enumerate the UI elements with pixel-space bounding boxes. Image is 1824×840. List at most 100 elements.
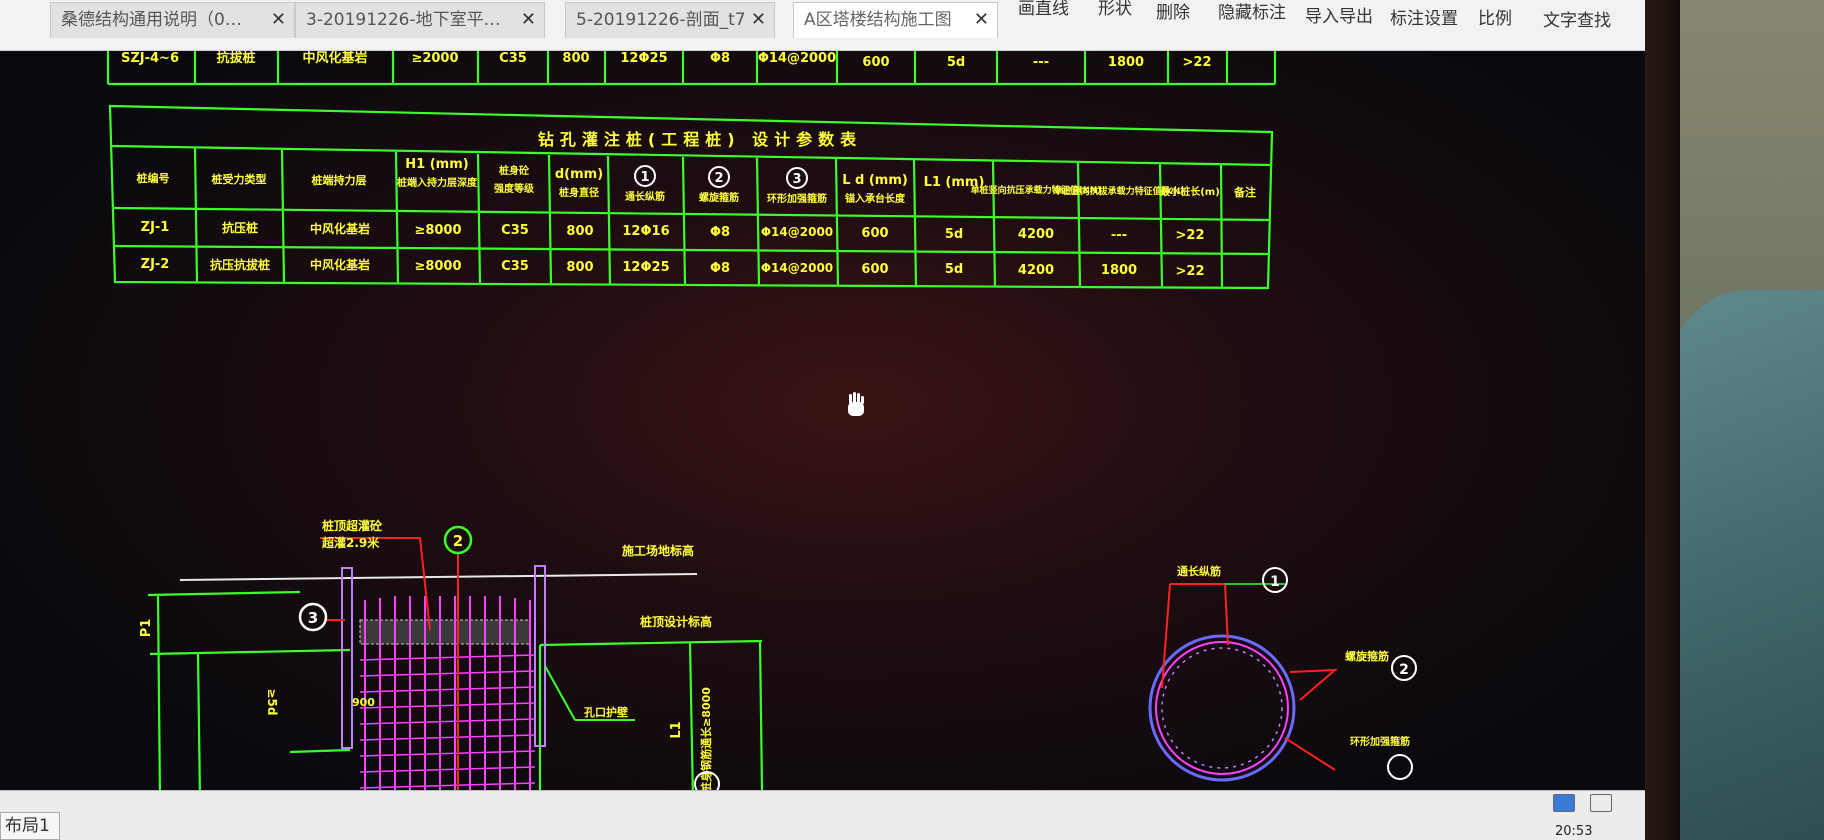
svg-text:2: 2 [453, 532, 463, 550]
window-icon[interactable] [1590, 794, 1612, 812]
header-2-bottom: 桩端持力层 [312, 173, 367, 187]
tab-0[interactable]: 桑德结构通用说明（0… ✕ [50, 2, 295, 38]
label-cap-bottom: 桩顶设计标高 [640, 614, 712, 629]
svg-text:1: 1 [640, 170, 649, 185]
svg-text:3: 3 [308, 609, 318, 627]
cloth-background [1670, 290, 1824, 840]
header-5-bottom: 桩身直径 [559, 186, 599, 199]
status-bar [0, 790, 1645, 840]
row1-cell-2: 中风化基岩 [310, 221, 370, 236]
pile-elevation-detail: 桩顶超灌砼 超灌2.9米 施工场地标高 桩顶设计标高 孔口护壁 P1 L1 ≥5… [139, 518, 764, 801]
tab-1-label: 3-20191226-地下室平… [306, 10, 501, 30]
pile-cross-section: 通长纵筋 螺旋箍筋 环形加强箍筋 1 2 [1148, 564, 1417, 782]
section-label-main: 通长纵筋 [1177, 564, 1221, 578]
tool-scale[interactable]: 比例 [1478, 4, 1512, 29]
label-pour-height: 超灌2.9米 [321, 535, 380, 550]
pile-design-table: 钻孔灌注桩(工程桩) 设计参数表 桩编号 桩受力类型 桩端持力层 H1 (mm)… [108, 104, 1274, 290]
row1-cell-10: 5d [945, 227, 963, 242]
header-9-top: L d (mm) [842, 173, 908, 188]
tool-delete[interactable]: 删除 [1156, 0, 1190, 23]
tool-annotation-settings[interactable]: 标注设置 [1390, 4, 1458, 29]
row2-cell-12: 1800 [1101, 263, 1137, 278]
tool-text-search[interactable]: 文字查找 [1543, 6, 1611, 31]
row2-cell-1: 抗压抗拔桩 [210, 257, 270, 272]
svg-text:2: 2 [714, 171, 723, 186]
tab-2[interactable]: 5-20191226-剖面_t7 ✕ [565, 2, 775, 38]
header-1-bottom: 桩受力类型 [212, 172, 267, 186]
prev-cell-5: 800 [562, 51, 589, 66]
row2-cell-9: 600 [861, 262, 888, 277]
prev-cell-2: 中风化基岩 [302, 50, 367, 66]
prev-cell-12: 1800 [1108, 55, 1144, 70]
tool-import-export[interactable]: 导入导出 [1305, 2, 1373, 27]
clock: 20:53 [1555, 824, 1593, 839]
tab-0-label: 桑德结构通用说明（0… [61, 10, 242, 30]
prev-cell-4: C35 [499, 51, 527, 66]
svg-text:1: 1 [1270, 574, 1280, 590]
label-anchor: 桩身钢筋通长≥8000 [699, 687, 713, 793]
prev-cell-7: Φ8 [710, 51, 730, 66]
row1-cell-3: ≥8000 [414, 223, 461, 238]
header-9-bottom: 锚入承台长度 [845, 192, 906, 205]
prev-cell-11: --- [1033, 55, 1049, 70]
hand-cursor-icon [848, 392, 864, 416]
row1-cell-5: 800 [566, 224, 593, 239]
close-icon[interactable]: ✕ [751, 3, 766, 37]
snap-toggle-icon[interactable] [1553, 794, 1575, 812]
row2-cell-0: ZJ-2 [141, 257, 170, 272]
header-7-bottom: 螺旋箍筋 [699, 191, 739, 204]
label-guard-wall: 孔口护壁 [584, 705, 628, 719]
header-4-bottom: 强度等级 [494, 182, 535, 195]
tool-line[interactable]: 画直线 [1018, 0, 1069, 19]
row1-cell-11: 4200 [1018, 227, 1054, 242]
prev-cell-9: 600 [862, 55, 889, 70]
section-label-ring: 环形加强箍筋 [1350, 735, 1410, 748]
tool-hide-annotation[interactable]: 隐藏标注 [1218, 0, 1286, 23]
row2-cell-4: C35 [501, 259, 529, 274]
header-5-top: d(mm) [555, 167, 603, 182]
row1-cell-8: Φ14@2000 [761, 225, 833, 239]
prev-cell-13: >22 [1183, 55, 1212, 70]
header-14-bottom: 备注 [1233, 185, 1256, 199]
section-label-spiral: 螺旋箍筋 [1345, 649, 1389, 663]
row1-cell-13: >22 [1176, 228, 1205, 243]
label-dim-l1: L1 [669, 721, 684, 738]
monitor-bezel [1640, 0, 1680, 840]
svg-text:2: 2 [1399, 662, 1409, 678]
section-marker-3-icon [1387, 754, 1413, 780]
row2-cell-3: ≥8000 [414, 259, 461, 274]
close-icon[interactable]: ✕ [271, 3, 286, 37]
tab-1[interactable]: 3-20191226-地下室平… ✕ [295, 2, 545, 38]
tab-3-label: A区塔楼结构施工图 [804, 10, 952, 30]
label-left-dim: ≥5d [265, 689, 279, 716]
row1-cell-6: 12Φ16 [622, 224, 669, 239]
layout-tab[interactable]: 布局1 [0, 812, 60, 840]
header-8-bottom: 环形加强箍筋 [767, 192, 827, 205]
row1-cell-4: C35 [501, 223, 529, 238]
label-concrete-pour: 桩顶超灌砼 [322, 518, 383, 533]
header-3-bottom: 桩端入持力层深度 [397, 176, 478, 189]
tab-2-label: 5-20191226-剖面_t7 [576, 10, 746, 30]
prev-cell-10: 5d [947, 55, 965, 70]
prev-cell-0: SZJ-4~6 [121, 51, 179, 66]
close-icon[interactable]: ✕ [521, 3, 536, 37]
monitor-screen: SZJ-4~6 抗拔桩 中风化基岩 ≥2000 C35 800 12Φ25 Φ8… [0, 0, 1645, 840]
cad-canvas[interactable]: SZJ-4~6 抗拔桩 中风化基岩 ≥2000 C35 800 12Φ25 Φ8… [0, 0, 1645, 840]
row2-cell-11: 4200 [1018, 263, 1054, 278]
row1-cell-7: Φ8 [710, 225, 730, 240]
tab-bar: 桑德结构通用说明（0… ✕ 3-20191226-地下室平… ✕ 5-20191… [0, 0, 1645, 51]
prev-cell-3: ≥2000 [411, 51, 458, 66]
header-4-top: 桩身砼 [499, 164, 529, 177]
svg-text:3: 3 [792, 172, 801, 187]
tool-shape[interactable]: 形状 [1098, 0, 1132, 19]
label-construction-ground: 施工场地标高 [622, 543, 694, 558]
table-title: 钻孔灌注桩(工程桩) 设计参数表 [538, 130, 862, 149]
label-dim-p1: P1 [139, 619, 154, 638]
row1-cell-12: --- [1111, 228, 1127, 243]
tab-3[interactable]: A区塔楼结构施工图 ✕ [793, 2, 998, 38]
close-icon[interactable]: ✕ [974, 3, 989, 37]
header-13-bottom: 最小桩长(m) [1160, 185, 1220, 198]
row2-cell-10: 5d [945, 262, 963, 277]
row2-cell-13: >22 [1176, 264, 1205, 279]
header-0-bottom: 桩编号 [137, 171, 170, 185]
